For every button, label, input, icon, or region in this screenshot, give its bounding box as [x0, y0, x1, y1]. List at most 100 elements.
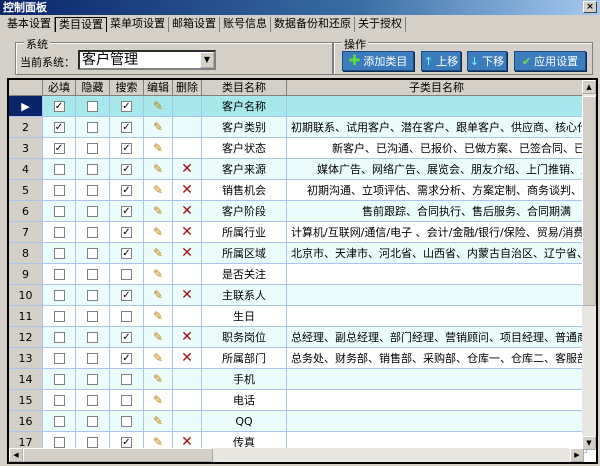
category-name-cell[interactable]: 客户名称 — [202, 96, 287, 117]
subcategory-cell[interactable]: 总经理、副总经理、部门经理、营销顾问、项目经理、普通商务、 — [287, 327, 587, 348]
subcategory-cell[interactable]: 初期联系、试用客户、潜在客户、跟单客户、供应商、核心代理商 — [287, 117, 587, 138]
subcategory-cell[interactable] — [287, 285, 587, 306]
search-checkbox[interactable]: ✓ — [121, 142, 132, 154]
hidden-checkbox[interactable] — [87, 289, 98, 301]
required-checkbox[interactable] — [53, 394, 65, 406]
category-name-cell[interactable]: 所属行业 — [202, 222, 287, 243]
category-name-cell[interactable]: 主联系人 — [202, 285, 287, 306]
close-button[interactable]: × — [583, 1, 597, 13]
category-name-cell[interactable]: 客户来源 — [202, 159, 287, 180]
delete-icon[interactable]: ✕ — [181, 224, 193, 240]
hidden-checkbox[interactable] — [87, 247, 98, 259]
row-header[interactable]: 3 — [9, 138, 43, 159]
edit-icon[interactable]: ✎ — [153, 288, 163, 302]
hidden-checkbox[interactable] — [87, 394, 98, 406]
table-row[interactable]: 4 ✓ ✎ ✕ 客户来源媒体广告、网络广告、展览会、朋友介绍、上门推销、主动上门 — [9, 159, 587, 180]
category-name-cell[interactable]: 客户阶段 — [202, 201, 287, 222]
edit-icon[interactable]: ✎ — [153, 330, 163, 344]
category-name-cell[interactable]: 销售机会 — [202, 180, 287, 201]
hidden-checkbox[interactable] — [87, 100, 98, 112]
subcategory-cell[interactable] — [287, 369, 587, 390]
search-checkbox[interactable] — [121, 394, 132, 406]
search-checkbox[interactable] — [121, 310, 132, 322]
row-header[interactable]: 8 — [9, 243, 43, 264]
row-header[interactable]: 11 — [9, 306, 43, 327]
hidden-checkbox[interactable] — [87, 163, 98, 175]
edit-icon[interactable]: ✎ — [153, 141, 163, 155]
subcategory-cell[interactable] — [287, 411, 587, 432]
apply-settings-button[interactable]: ✔ 应用设置 — [514, 51, 586, 71]
required-checkbox[interactable]: ✓ — [53, 121, 65, 133]
edit-icon[interactable]: ✎ — [153, 393, 163, 407]
hidden-checkbox[interactable] — [87, 205, 98, 217]
column-header[interactable]: 删除 — [173, 80, 202, 96]
edit-icon[interactable]: ✎ — [153, 162, 163, 176]
search-checkbox[interactable]: ✓ — [121, 163, 132, 175]
category-name-cell[interactable]: 客户类别 — [202, 117, 287, 138]
delete-icon[interactable]: ✕ — [181, 329, 193, 345]
delete-icon[interactable]: ✕ — [181, 182, 193, 198]
delete-icon[interactable]: ✕ — [181, 287, 193, 303]
delete-icon[interactable]: ✕ — [181, 245, 193, 261]
table-row[interactable]: 5 ✓ ✎ ✕ 销售机会初期沟通、立项评估、需求分析、方案定制、商务谈判、合同签订 — [9, 180, 587, 201]
hidden-checkbox[interactable] — [87, 352, 98, 364]
table-row[interactable]: 10 ✓ ✎ ✕ 主联系人 — [9, 285, 587, 306]
required-checkbox[interactable] — [53, 247, 65, 259]
category-name-cell[interactable]: QQ — [202, 411, 287, 432]
current-system-select[interactable]: 客户管理 ▼ — [78, 50, 216, 70]
scroll-left-arrow[interactable]: ◀ — [9, 448, 23, 462]
category-name-cell[interactable]: 电话 — [202, 390, 287, 411]
scroll-up-arrow[interactable]: ▲ — [582, 80, 596, 94]
search-checkbox[interactable]: ✓ — [121, 331, 132, 343]
required-checkbox[interactable] — [53, 226, 65, 238]
hidden-checkbox[interactable] — [87, 184, 98, 196]
hidden-checkbox[interactable] — [87, 226, 98, 238]
tab-1[interactable]: 类目设置 — [55, 17, 107, 32]
column-header[interactable]: 隐藏 — [76, 80, 110, 96]
search-checkbox[interactable]: ✓ — [121, 205, 132, 217]
edit-icon[interactable]: ✎ — [153, 351, 163, 365]
row-header[interactable]: 9 — [9, 264, 43, 285]
edit-icon[interactable]: ✎ — [153, 435, 163, 449]
subcategory-cell[interactable]: 北京市、天津市、河北省、山西省、内蒙古自治区、辽宁省、吉林省 — [287, 243, 587, 264]
scroll-down-arrow[interactable]: ▼ — [582, 436, 596, 450]
row-header[interactable]: 16 — [9, 411, 43, 432]
hidden-checkbox[interactable] — [87, 331, 98, 343]
required-checkbox[interactable] — [53, 415, 65, 427]
row-header[interactable]: 7 — [9, 222, 43, 243]
tab-2[interactable]: 菜单项设置 — [107, 17, 169, 32]
table-row[interactable]: 3 ✓ ✓ ✎ 客户状态 新客户、已沟通、已报价、已做方案、已签合同、已成交 — [9, 138, 587, 159]
subcategory-cell[interactable]: 媒体广告、网络广告、展览会、朋友介绍、上门推销、主动上门 — [287, 159, 587, 180]
horizontal-scrollbar[interactable]: ◀ ▶ — [9, 448, 584, 462]
hidden-checkbox[interactable] — [87, 121, 98, 133]
category-name-cell[interactable]: 职务岗位 — [202, 327, 287, 348]
edit-icon[interactable]: ✎ — [153, 309, 163, 323]
subcategory-cell[interactable] — [287, 264, 587, 285]
edit-icon[interactable]: ✎ — [153, 204, 163, 218]
tab-5[interactable]: 数据备份和还原 — [271, 17, 355, 32]
required-checkbox[interactable] — [53, 289, 65, 301]
search-checkbox[interactable]: ✓ — [121, 436, 132, 448]
required-checkbox[interactable]: ✓ — [53, 142, 65, 154]
table-row[interactable]: 11 ✎ 生日 — [9, 306, 587, 327]
edit-icon[interactable]: ✎ — [153, 414, 163, 428]
search-checkbox[interactable] — [121, 373, 132, 385]
row-pointer-icon[interactable]: ▶ — [9, 96, 43, 117]
row-header[interactable]: 10 — [9, 285, 43, 306]
move-down-button[interactable]: ↓ 下移 — [467, 51, 507, 71]
category-name-cell[interactable]: 是否关注 — [202, 264, 287, 285]
search-checkbox[interactable]: ✓ — [121, 100, 132, 112]
table-row[interactable]: 2 ✓ ✓ ✎ 客户类别 初期联系、试用客户、潜在客户、跟单客户、供应商、核心代理商 — [9, 117, 587, 138]
search-checkbox[interactable]: ✓ — [121, 289, 132, 301]
edit-icon[interactable]: ✎ — [153, 225, 163, 239]
column-header[interactable]: 搜索 — [110, 80, 144, 96]
subcategory-cell[interactable]: 总务处、财务部、销售部、采购部、仓库一、仓库二、客服部、人事部 — [287, 348, 587, 369]
row-header[interactable]: 4 — [9, 159, 43, 180]
required-checkbox[interactable] — [53, 331, 65, 343]
delete-icon[interactable]: ✕ — [181, 203, 193, 219]
tab-6[interactable]: 关于授权 — [355, 17, 406, 32]
hidden-checkbox[interactable] — [87, 373, 98, 385]
subcategory-cell[interactable] — [287, 96, 587, 117]
hidden-checkbox[interactable] — [87, 415, 98, 427]
delete-icon[interactable]: ✕ — [181, 350, 193, 366]
